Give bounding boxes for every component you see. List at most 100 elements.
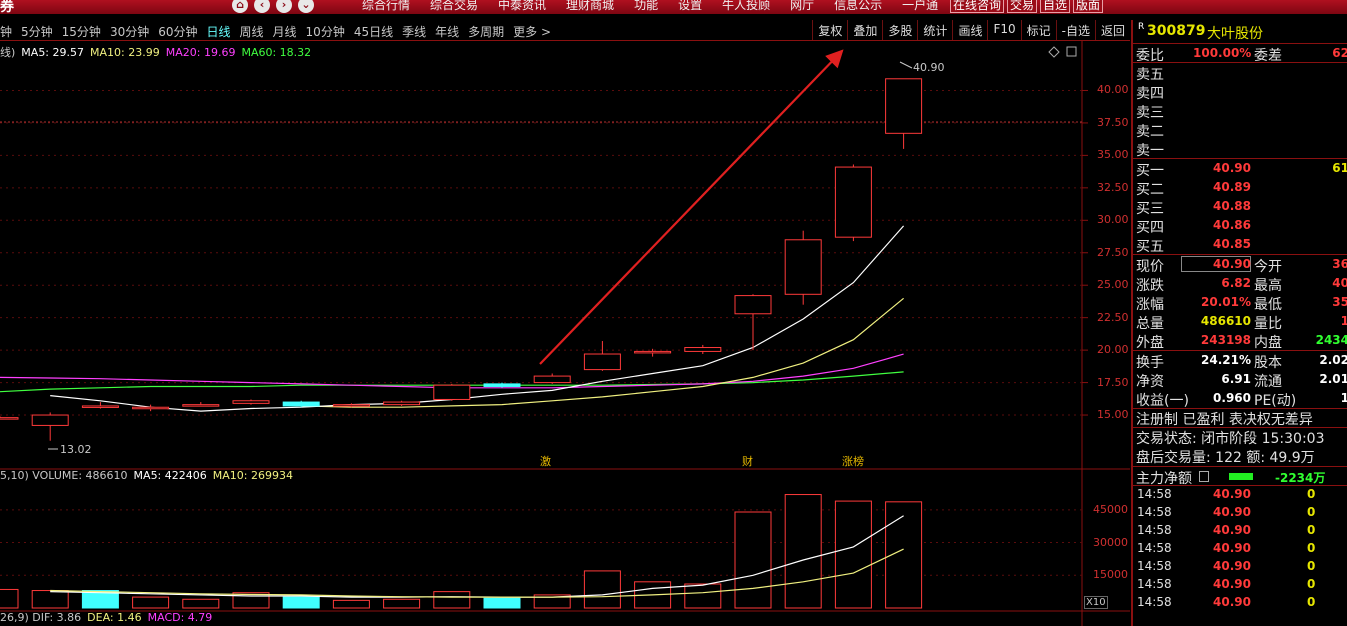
menu-item-7[interactable]: 网厅 bbox=[780, 0, 824, 13]
fundamental-stats: 换手 24.21% 股本 2.02 净资 6.91 流通 2.01 收益(一) 0.960 PE(动… bbox=[1133, 351, 1347, 409]
forward-icon[interactable]: › bbox=[276, 0, 292, 13]
candle-2[interactable] bbox=[81, 405, 119, 408]
fund-value-2: 2.01 bbox=[1319, 372, 1347, 386]
tool-button-8[interactable]: 返回 bbox=[1094, 20, 1130, 40]
menu-item-8[interactable]: 信息公示 bbox=[824, 0, 892, 13]
menu-item-5[interactable]: 设置 bbox=[668, 0, 712, 13]
fund-row-2: 收益(一) 0.960PE(动) 1 bbox=[1133, 389, 1347, 409]
period-tab-9[interactable]: 45日线 bbox=[354, 23, 393, 40]
top-button-0[interactable]: 在线咨询 bbox=[950, 0, 1005, 13]
candle-8[interactable] bbox=[383, 401, 421, 406]
top-button-1[interactable]: 交易 bbox=[1007, 0, 1038, 13]
top-button-2[interactable]: 自选 bbox=[1040, 0, 1071, 13]
candle-6[interactable] bbox=[282, 401, 320, 407]
candle-12[interactable] bbox=[583, 353, 621, 371]
fund-row-0: 换手 24.21% 股本 2.02 bbox=[1133, 351, 1347, 371]
weicha-label: 委差 bbox=[1254, 48, 1282, 64]
candle-5[interactable] bbox=[232, 400, 270, 404]
period-tab-1[interactable]: 5分钟 bbox=[21, 23, 53, 40]
period-tab-7[interactable]: 月线 bbox=[273, 23, 297, 40]
candle-9[interactable] bbox=[433, 384, 471, 400]
menu-item-9[interactable]: 一户通 bbox=[892, 0, 948, 13]
top-button-3[interactable]: 版面 bbox=[1073, 0, 1104, 13]
period-tab-2[interactable]: 15分钟 bbox=[62, 23, 101, 40]
tick-volume: 0 bbox=[1307, 577, 1316, 591]
macd-legend: 26,9) DIF: 3.86 DEA: 1.46 MACD: 4.79 bbox=[0, 611, 218, 624]
tick-row-2: 14:58 40.90 0 bbox=[1133, 522, 1347, 540]
volume-legend: 5,10) VOLUME: 486610 MA5: 422406 MA10: 269… bbox=[0, 469, 299, 482]
tool-button-0[interactable]: 复权 bbox=[812, 20, 847, 40]
menu-item-3[interactable]: 理财商城 bbox=[556, 0, 624, 13]
period-tab-4[interactable]: 60分钟 bbox=[158, 23, 197, 40]
kline-chart[interactable] bbox=[0, 41, 1130, 626]
quote-value-2: 2434 bbox=[1315, 333, 1347, 347]
period-tab-3[interactable]: 30分钟 bbox=[110, 23, 149, 40]
period-tab-12[interactable]: 多周期 bbox=[468, 23, 504, 40]
tick-row-5: 14:58 40.90 0 bbox=[1133, 576, 1347, 594]
tick-price: 40.90 bbox=[1213, 487, 1251, 501]
diamond-icon[interactable] bbox=[1048, 46, 1060, 58]
quote-label: 外盘 bbox=[1136, 335, 1164, 351]
price-tick-label-6: 25.00 bbox=[1097, 278, 1129, 292]
event-marker-1[interactable]: 财 bbox=[742, 453, 753, 469]
candle-3[interactable] bbox=[132, 406, 170, 410]
tick-list[interactable]: 14:58 40.90 0 14:58 40.90 0 14:58 40.90 0 14:58 40… bbox=[1133, 486, 1347, 612]
list-icon[interactable] bbox=[1199, 471, 1209, 482]
quote-label-2: 最低 bbox=[1254, 297, 1282, 313]
ma-legend-item-3: MA20: 19.69 bbox=[165, 46, 236, 59]
tick-price: 40.90 bbox=[1213, 595, 1251, 609]
candle-17[interactable] bbox=[834, 166, 872, 238]
event-marker-0[interactable]: 激 bbox=[540, 453, 551, 469]
candle-4[interactable] bbox=[182, 404, 220, 407]
tool-button-2[interactable]: 多股 bbox=[882, 20, 917, 40]
registration-info: 注册制 已盈利 表决权无差异 bbox=[1133, 409, 1347, 428]
period-tab-5[interactable]: 日线 bbox=[207, 23, 231, 40]
period-tab-0[interactable]: 钟 bbox=[0, 23, 12, 40]
period-tab-13[interactable]: 更多 > bbox=[513, 23, 551, 40]
period-tab-6[interactable]: 周线 bbox=[240, 23, 264, 40]
tool-button-7[interactable]: -自选 bbox=[1055, 20, 1095, 40]
tool-button-1[interactable]: 叠加 bbox=[847, 20, 882, 40]
annotation-arrow bbox=[539, 49, 844, 365]
candle-0[interactable] bbox=[0, 417, 19, 420]
menu-item-1[interactable]: 综合交易 bbox=[420, 0, 488, 13]
candle-11[interactable] bbox=[533, 375, 571, 384]
sell-orders: 卖五 卖四 卖三 卖二 卖一 bbox=[1133, 63, 1347, 159]
menu-item-6[interactable]: 牛人投顾 bbox=[712, 0, 780, 13]
candle-13[interactable] bbox=[634, 350, 672, 354]
event-marker-2[interactable]: 涨榜 bbox=[842, 453, 864, 469]
quote-row-4: 外盘 243198 内盘 2434 bbox=[1133, 331, 1347, 351]
buy-level-4: 买五 40.85 bbox=[1133, 235, 1347, 255]
tick-row-6: 14:58 40.90 0 bbox=[1133, 594, 1347, 612]
period-tab-10[interactable]: 季线 bbox=[402, 23, 426, 40]
panel-toggle-icon[interactable] bbox=[1066, 46, 1077, 57]
candle-14[interactable] bbox=[684, 347, 722, 352]
tool-button-6[interactable]: 标记 bbox=[1020, 20, 1056, 40]
tool-button-4[interactable]: 画线 bbox=[952, 20, 987, 40]
buy-level-1: 买二 40.89 bbox=[1133, 178, 1347, 198]
candle-7[interactable] bbox=[332, 404, 370, 407]
candle-1[interactable] bbox=[31, 414, 69, 426]
period-tab-11[interactable]: 年线 bbox=[435, 23, 459, 40]
x10-button[interactable]: X10 bbox=[1084, 596, 1108, 609]
main-force-net[interactable]: 主力净额 -2234万 bbox=[1133, 466, 1347, 487]
price-tick-label-2: 35.00 bbox=[1097, 148, 1129, 162]
dropdown-icon[interactable]: ⌄ bbox=[298, 0, 314, 13]
candle-16[interactable] bbox=[784, 239, 822, 295]
period-tab-8[interactable]: 10分钟 bbox=[306, 23, 345, 40]
home-icon[interactable]: ⌂ bbox=[232, 0, 248, 13]
tick-volume: 0 bbox=[1307, 487, 1316, 501]
ma-legend-item-4: MA60: 18.32 bbox=[241, 46, 312, 59]
volume-bar-3 bbox=[132, 596, 170, 609]
back-icon[interactable]: ‹ bbox=[254, 0, 270, 13]
menu-item-4[interactable]: 功能 bbox=[624, 0, 668, 13]
menu-item-2[interactable]: 中泰资讯 bbox=[488, 0, 556, 13]
menu-item-0[interactable]: 综合行情 bbox=[352, 0, 420, 13]
tool-button-5[interactable]: F10 bbox=[987, 20, 1020, 40]
candle-18[interactable] bbox=[885, 78, 923, 134]
quote-label-2: 最高 bbox=[1254, 278, 1282, 294]
kline-chart-panel[interactable]: 线) MA5: 29.57 MA10: 23.99 MA20: 19.69 MA60: … bbox=[0, 40, 1130, 626]
tool-button-3[interactable]: 统计 bbox=[917, 20, 952, 40]
candle-10[interactable] bbox=[483, 383, 521, 387]
candle-15[interactable] bbox=[734, 295, 772, 315]
